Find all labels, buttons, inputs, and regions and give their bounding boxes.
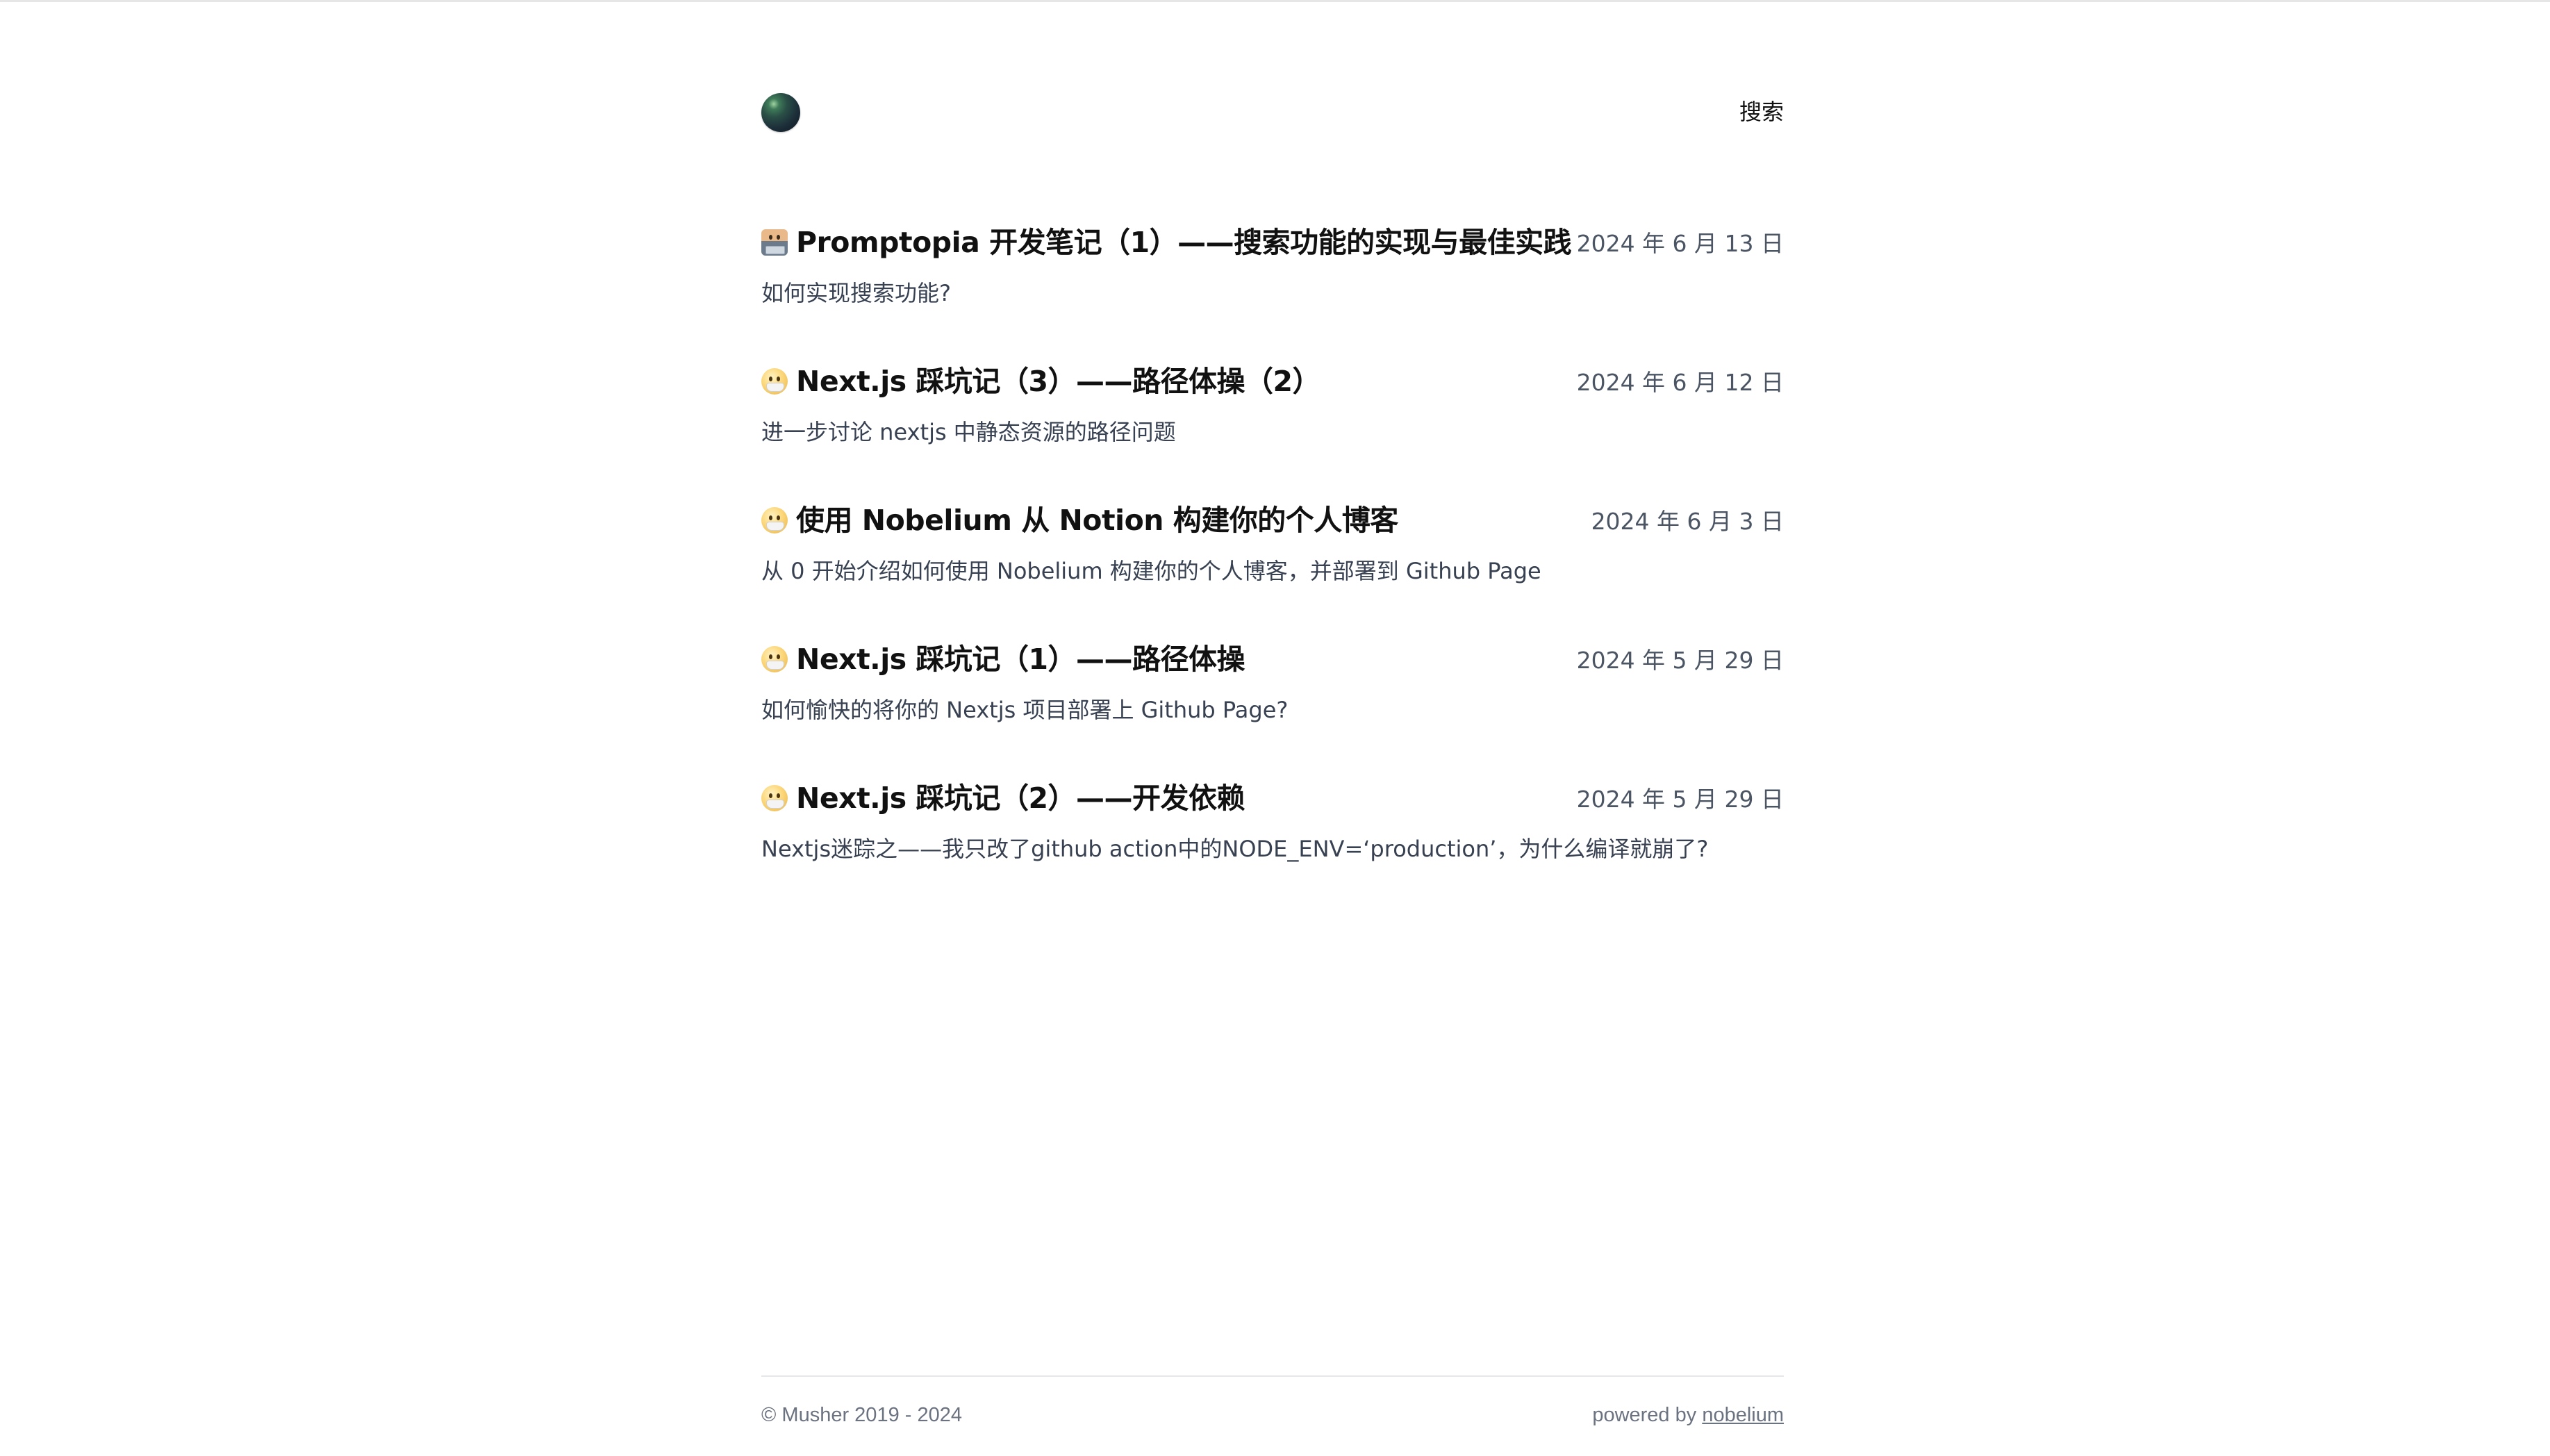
post-date: 2024 年 6 月 12 日 — [1576, 369, 1784, 396]
post-summary: Nextjs迷踪之——我只改了github action中的NODE_ENV=‘… — [761, 836, 1709, 862]
site-header: 搜索 — [761, 90, 1784, 135]
post-title[interactable]: Next.js 踩坑记（2）——开发依赖 — [796, 781, 1245, 816]
post-title-row: Promptopia 开发笔记（1）——搜索功能的实现与最佳实践 2024 年 … — [761, 222, 1784, 264]
post-title-row: 使用 Nobelium 从 Notion 构建你的个人博客 2024 年 6 月… — [761, 500, 1784, 542]
post-title-row: Next.js 踩坑记（3）——路径体操（2） 2024 年 6 月 12 日 — [761, 361, 1784, 403]
post-item[interactable]: Next.js 踩坑记（3）——路径体操（2） 2024 年 6 月 12 日 … — [761, 361, 1784, 479]
post-item[interactable]: Next.js 踩坑记（1）——路径体操 2024 年 5 月 29 日 如何愉… — [761, 639, 1784, 757]
search-nav-link[interactable]: 搜索 — [1739, 97, 1784, 126]
post-date: 2024 年 5 月 29 日 — [1576, 647, 1784, 674]
post-title-row: Next.js 踩坑记（2）——开发依赖 2024 年 5 月 29 日 — [761, 778, 1784, 820]
post-date: 2024 年 5 月 29 日 — [1576, 786, 1784, 813]
technologist-emoji-icon — [761, 229, 788, 256]
post-title-row: Next.js 踩坑记（1）——路径体操 2024 年 5 月 29 日 — [761, 639, 1784, 681]
page-container: 搜索 Promptopia 开发笔记（1）——搜索功能的实现与最佳实践 2024… — [761, 0, 1784, 1456]
post-title[interactable]: Promptopia 开发笔记（1）——搜索功能的实现与最佳实践 — [796, 225, 1572, 260]
post-summary: 如何愉快的将你的 Nextjs 项目部署上 Github Page? — [761, 697, 1289, 723]
post-item[interactable]: Promptopia 开发笔记（1）——搜索功能的实现与最佳实践 2024 年 … — [761, 222, 1784, 340]
post-summary: 从 0 开始介绍如何使用 Nobelium 构建你的个人博客，并部署到 Gith… — [761, 558, 1541, 584]
blog-logo-icon[interactable] — [761, 93, 800, 132]
post-summary: 如何实现搜索功能? — [761, 280, 951, 306]
post-title[interactable]: Next.js 踩坑记（1）——路径体操 — [796, 642, 1245, 677]
post-summary: 进一步讨论 nextjs 中静态资源的路径问题 — [761, 419, 1176, 445]
post-date: 2024 年 6 月 3 日 — [1591, 508, 1784, 535]
site-footer: © Musher 2019 - 2024 powered by nobelium — [761, 1375, 1784, 1456]
face-with-medical-mask-icon — [761, 368, 788, 395]
footer-divider — [761, 1375, 1784, 1377]
post-item[interactable]: 使用 Nobelium 从 Notion 构建你的个人博客 2024 年 6 月… — [761, 500, 1784, 618]
powered-by-text: powered by nobelium — [1592, 1402, 1784, 1428]
face-with-medical-mask-icon — [761, 785, 788, 811]
face-with-medical-mask-icon — [761, 646, 788, 672]
post-date: 2024 年 6 月 13 日 — [1576, 230, 1784, 257]
post-title[interactable]: Next.js 踩坑记（3）——路径体操（2） — [796, 364, 1321, 399]
post-title[interactable]: 使用 Nobelium 从 Notion 构建你的个人博客 — [796, 503, 1398, 538]
powered-by-prefix: powered by — [1592, 1404, 1703, 1426]
face-with-medical-mask-icon — [761, 507, 788, 533]
copyright-text: © Musher 2019 - 2024 — [761, 1404, 962, 1426]
post-item[interactable]: Next.js 踩坑记（2）——开发依赖 2024 年 5 月 29 日 Nex… — [761, 778, 1784, 896]
nobelium-link[interactable]: nobelium — [1702, 1404, 1784, 1426]
